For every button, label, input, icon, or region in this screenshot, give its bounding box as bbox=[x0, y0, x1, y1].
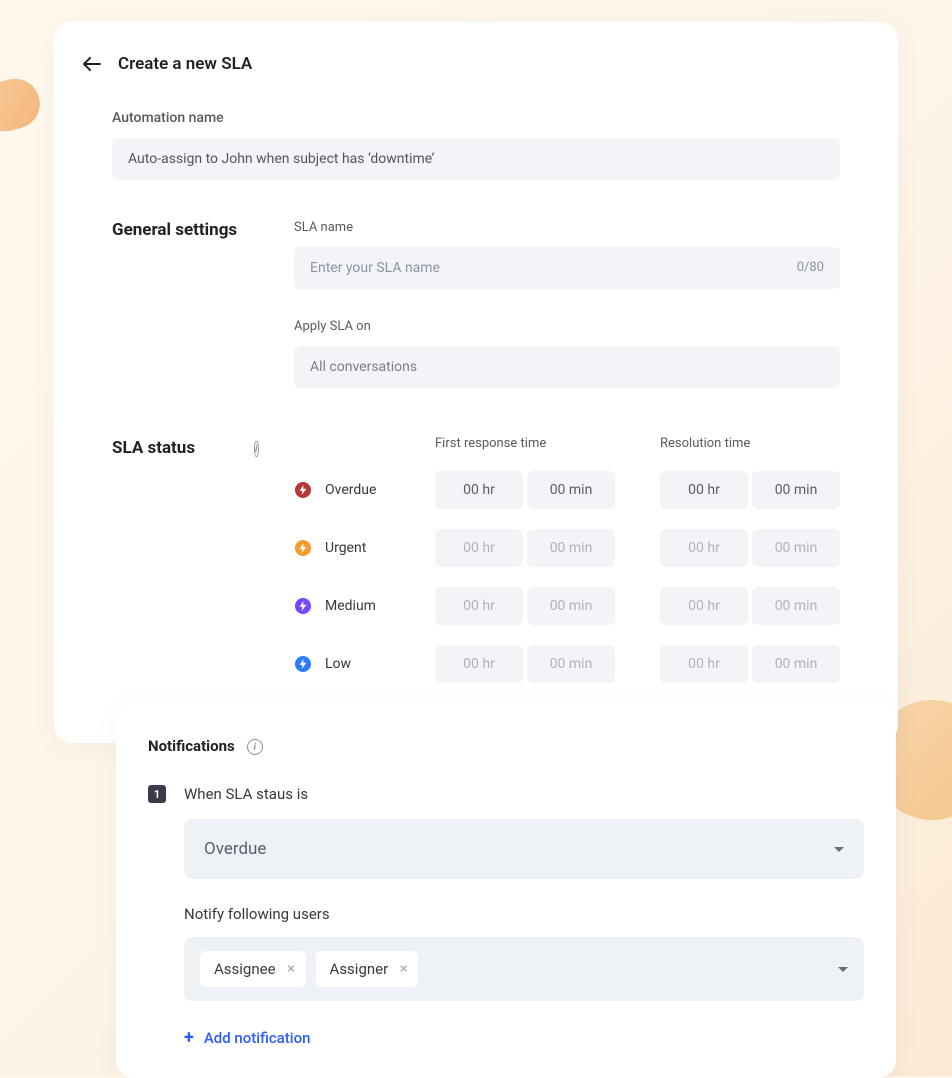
notifications-header: Notifications i bbox=[148, 736, 864, 755]
chevron-down-icon bbox=[838, 967, 848, 972]
sla-status-name: Overdue bbox=[325, 482, 376, 498]
first-response-header: First response time bbox=[435, 436, 615, 451]
user-chip[interactable]: Assigner ✕ bbox=[316, 951, 419, 987]
resolution-hr-input[interactable]: 00 hr bbox=[660, 587, 748, 625]
add-notification-button[interactable]: + Add notification bbox=[184, 1027, 864, 1048]
bolt-icon bbox=[295, 540, 311, 556]
sla-form-card: Create a new SLA Automation name General… bbox=[54, 22, 898, 743]
first-response-hr-input[interactable]: 00 hr bbox=[435, 529, 523, 567]
chip-label: Assigner bbox=[330, 960, 389, 978]
page-title: Create a new SLA bbox=[118, 54, 252, 74]
general-settings-title: General settings bbox=[112, 220, 244, 388]
first-response-hr-input[interactable]: 00 hr bbox=[435, 471, 523, 509]
resolution-hr-input[interactable]: 00 hr bbox=[660, 645, 748, 683]
first-response-min-input[interactable]: 00 min bbox=[527, 645, 615, 683]
resolution-min-input[interactable]: 00 min bbox=[752, 529, 840, 567]
resolution-time-header: Resolution time bbox=[660, 436, 840, 451]
sla-name-label: SLA name bbox=[294, 220, 840, 235]
sla-status-label: Overdue bbox=[295, 482, 435, 498]
sla-status-row: Medium00 hr00 min00 hr00 min bbox=[295, 587, 840, 625]
notification-step-row: 1 When SLA staus is bbox=[148, 785, 864, 803]
user-chip[interactable]: Assignee ✕ bbox=[200, 951, 306, 987]
sla-status-label: Medium bbox=[295, 598, 435, 614]
sla-status-row: Urgent00 hr00 min00 hr00 min bbox=[295, 529, 840, 567]
add-notification-label: Add notification bbox=[204, 1029, 311, 1047]
info-icon[interactable]: i bbox=[254, 441, 259, 457]
step-number-badge: 1 bbox=[148, 785, 166, 803]
sla-status-label: Urgent bbox=[295, 540, 435, 556]
automation-name-input[interactable] bbox=[112, 138, 840, 180]
resolution-hr-input[interactable]: 00 hr bbox=[660, 529, 748, 567]
notify-users-label: Notify following users bbox=[184, 905, 864, 923]
resolution-hr-input[interactable]: 00 hr bbox=[660, 471, 748, 509]
notifications-title: Notifications bbox=[148, 737, 235, 755]
resolution-min-input[interactable]: 00 min bbox=[752, 645, 840, 683]
apply-sla-select[interactable] bbox=[294, 346, 840, 388]
sla-status-name: Low bbox=[325, 656, 351, 672]
when-status-label: When SLA staus is bbox=[184, 785, 308, 803]
sla-status-title: SLA status bbox=[112, 438, 244, 458]
sla-status-label: Low bbox=[295, 656, 435, 672]
sla-status-row: Overdue00 hr00 min00 hr00 min bbox=[295, 471, 840, 509]
card-header: Create a new SLA bbox=[82, 54, 870, 74]
apply-sla-label: Apply SLA on bbox=[294, 319, 840, 334]
resolution-min-input[interactable]: 00 min bbox=[752, 471, 840, 509]
bolt-icon bbox=[295, 656, 311, 672]
arrow-left-icon bbox=[83, 57, 101, 71]
sla-name-input[interactable] bbox=[294, 247, 840, 289]
resolution-min-input[interactable]: 00 min bbox=[752, 587, 840, 625]
first-response-min-input[interactable]: 00 min bbox=[527, 529, 615, 567]
notifications-card: Notifications i 1 When SLA staus is Over… bbox=[116, 702, 896, 1078]
first-response-min-input[interactable]: 00 min bbox=[527, 587, 615, 625]
chip-remove-icon[interactable]: ✕ bbox=[286, 963, 295, 976]
sla-status-name: Medium bbox=[325, 598, 376, 614]
chip-label: Assignee bbox=[214, 960, 276, 978]
automation-name-label: Automation name bbox=[112, 110, 840, 126]
sla-status-name: Urgent bbox=[325, 540, 366, 556]
sla-name-char-count: 0/80 bbox=[797, 260, 824, 275]
sla-status-select-value: Overdue bbox=[204, 839, 266, 859]
first-response-hr-input[interactable]: 00 hr bbox=[435, 645, 523, 683]
bolt-icon bbox=[295, 482, 311, 498]
decorative-blob bbox=[0, 73, 45, 137]
sla-status-select[interactable]: Overdue bbox=[184, 819, 864, 879]
info-icon[interactable]: i bbox=[247, 739, 263, 755]
sla-status-row: Low00 hr00 min00 hr00 min bbox=[295, 645, 840, 683]
notify-users-select[interactable]: Assignee ✕ Assigner ✕ bbox=[184, 937, 864, 1001]
bolt-icon bbox=[295, 598, 311, 614]
automation-section: Automation name bbox=[82, 110, 870, 180]
chevron-down-icon bbox=[834, 847, 844, 852]
general-settings-section: General settings SLA name 0/80 Apply SLA… bbox=[82, 220, 870, 388]
first-response-min-input[interactable]: 00 min bbox=[527, 471, 615, 509]
plus-icon: + bbox=[184, 1027, 194, 1048]
back-button[interactable] bbox=[82, 54, 102, 74]
first-response-hr-input[interactable]: 00 hr bbox=[435, 587, 523, 625]
chip-remove-icon[interactable]: ✕ bbox=[399, 963, 408, 976]
sla-grid-header: First response time Resolution time bbox=[295, 436, 840, 451]
sla-status-section: SLA status i First response time Resolut… bbox=[82, 436, 870, 703]
